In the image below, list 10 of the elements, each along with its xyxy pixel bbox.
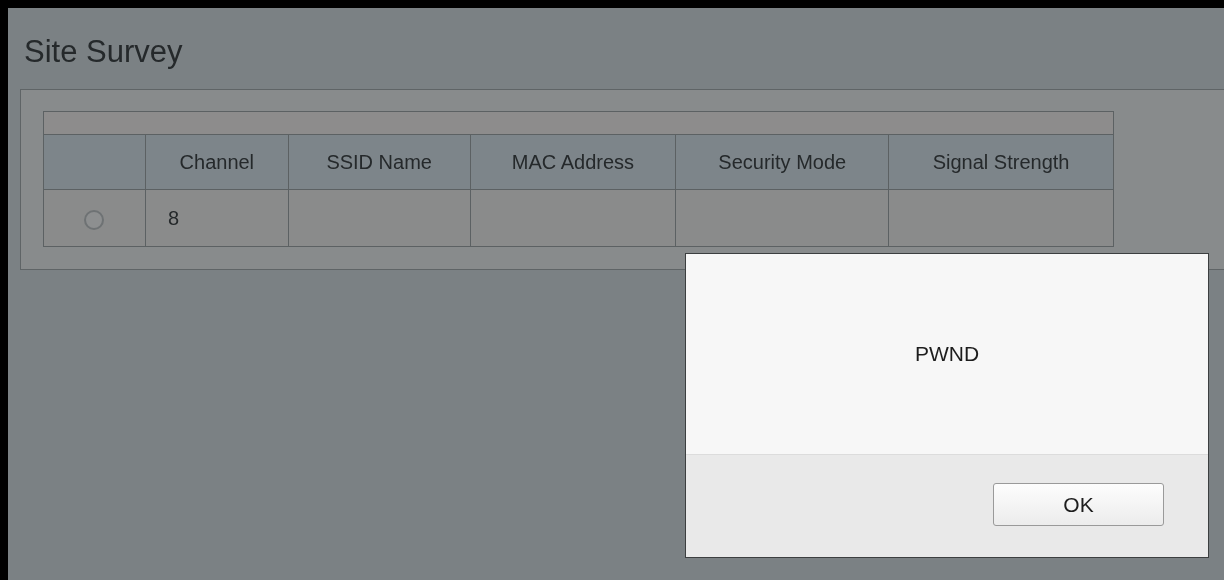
dialog-message: PWND (914, 341, 980, 368)
ok-button[interactable]: OK (993, 483, 1164, 526)
table-cell: 8 (145, 189, 289, 247)
column-header: Channel (145, 134, 289, 190)
column-header: SSID Name (288, 134, 471, 190)
column-header: MAC Address (470, 134, 676, 190)
column-header: Security Mode (675, 134, 889, 190)
column-header: Signal Strength (888, 134, 1114, 190)
page-title: Site Survey (23, 33, 184, 67)
radio-button[interactable] (83, 209, 104, 230)
